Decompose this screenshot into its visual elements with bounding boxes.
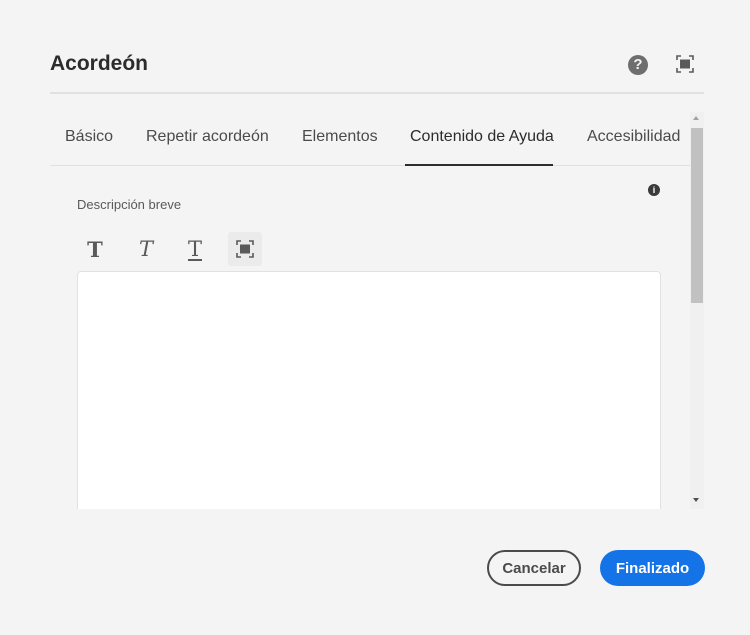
- help-icon[interactable]: ?: [628, 55, 648, 75]
- field-label: Descripción breve: [77, 197, 182, 212]
- tab-repetir-acordeon[interactable]: Repetir acordeón: [146, 128, 269, 146]
- editor-fullscreen-button[interactable]: [228, 232, 262, 266]
- done-button[interactable]: Finalizado: [600, 550, 705, 586]
- scrollbar-thumb[interactable]: [691, 128, 703, 303]
- tab-divider: [50, 165, 690, 166]
- tab-contenido-de-ayuda[interactable]: Contenido de Ayuda: [410, 128, 554, 146]
- tab-accesibilidad[interactable]: Accesibilidad: [587, 128, 680, 146]
- description-editor[interactable]: [77, 271, 661, 523]
- cancel-button[interactable]: Cancelar: [487, 550, 581, 586]
- fullscreen-icon: [236, 240, 254, 258]
- dialog-title: Acordeón: [50, 52, 149, 75]
- italic-button[interactable]: T: [129, 232, 163, 266]
- info-icon[interactable]: i: [648, 184, 660, 196]
- scroll-up-icon[interactable]: [693, 116, 699, 120]
- underline-button[interactable]: T: [178, 232, 212, 266]
- active-tab-indicator: [405, 164, 553, 166]
- tab-basico[interactable]: Básico: [65, 128, 113, 146]
- scroll-down-icon[interactable]: [693, 498, 699, 502]
- bold-button[interactable]: T: [78, 232, 112, 266]
- header-divider: [50, 92, 704, 94]
- fullscreen-icon[interactable]: [676, 55, 694, 73]
- tab-elementos[interactable]: Elementos: [302, 128, 378, 146]
